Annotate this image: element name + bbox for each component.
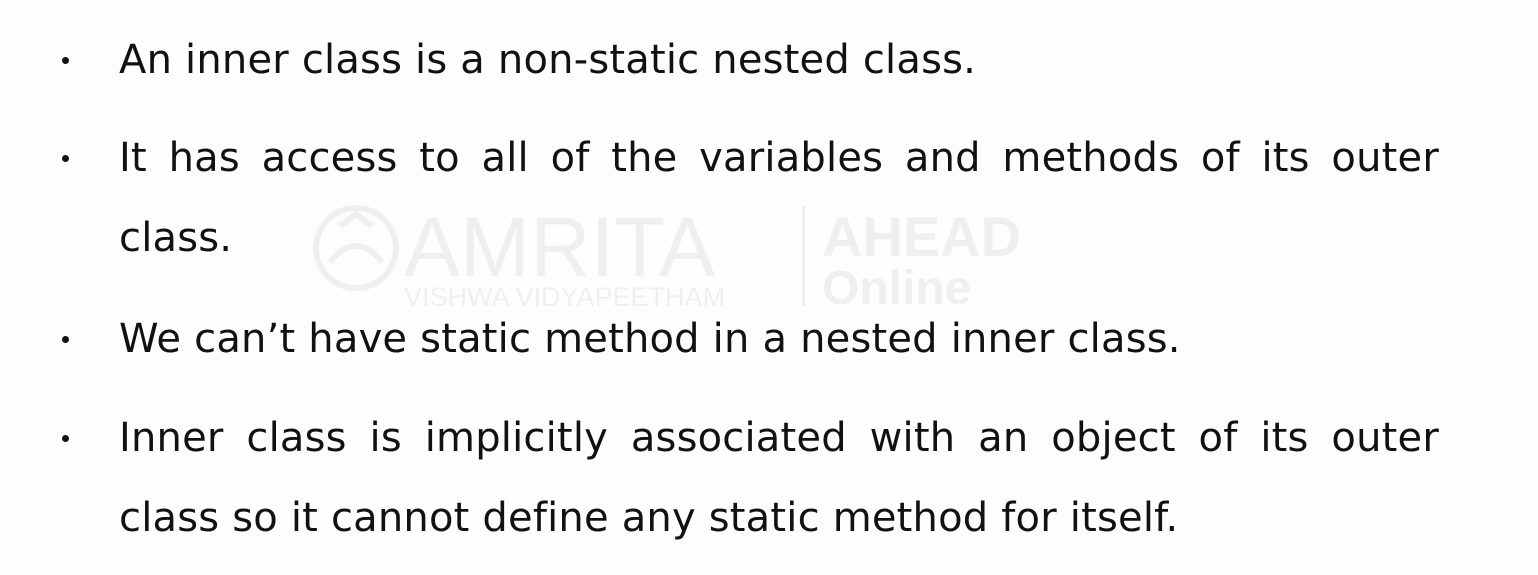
bullet-text: An inner class is a non-static nested cl… (119, 37, 977, 83)
bullet-text: We can’t have static method in a nested … (119, 316, 1181, 362)
bullet-dot-icon (62, 435, 69, 442)
bullet-dot-icon (62, 336, 69, 343)
bullet-dot-icon (62, 57, 69, 64)
bullet-text: It has access to all of the variables an… (119, 135, 1439, 261)
bullet-text: Inner class is implicitly associated wit… (119, 415, 1439, 541)
bullet-dot-icon (62, 155, 69, 162)
